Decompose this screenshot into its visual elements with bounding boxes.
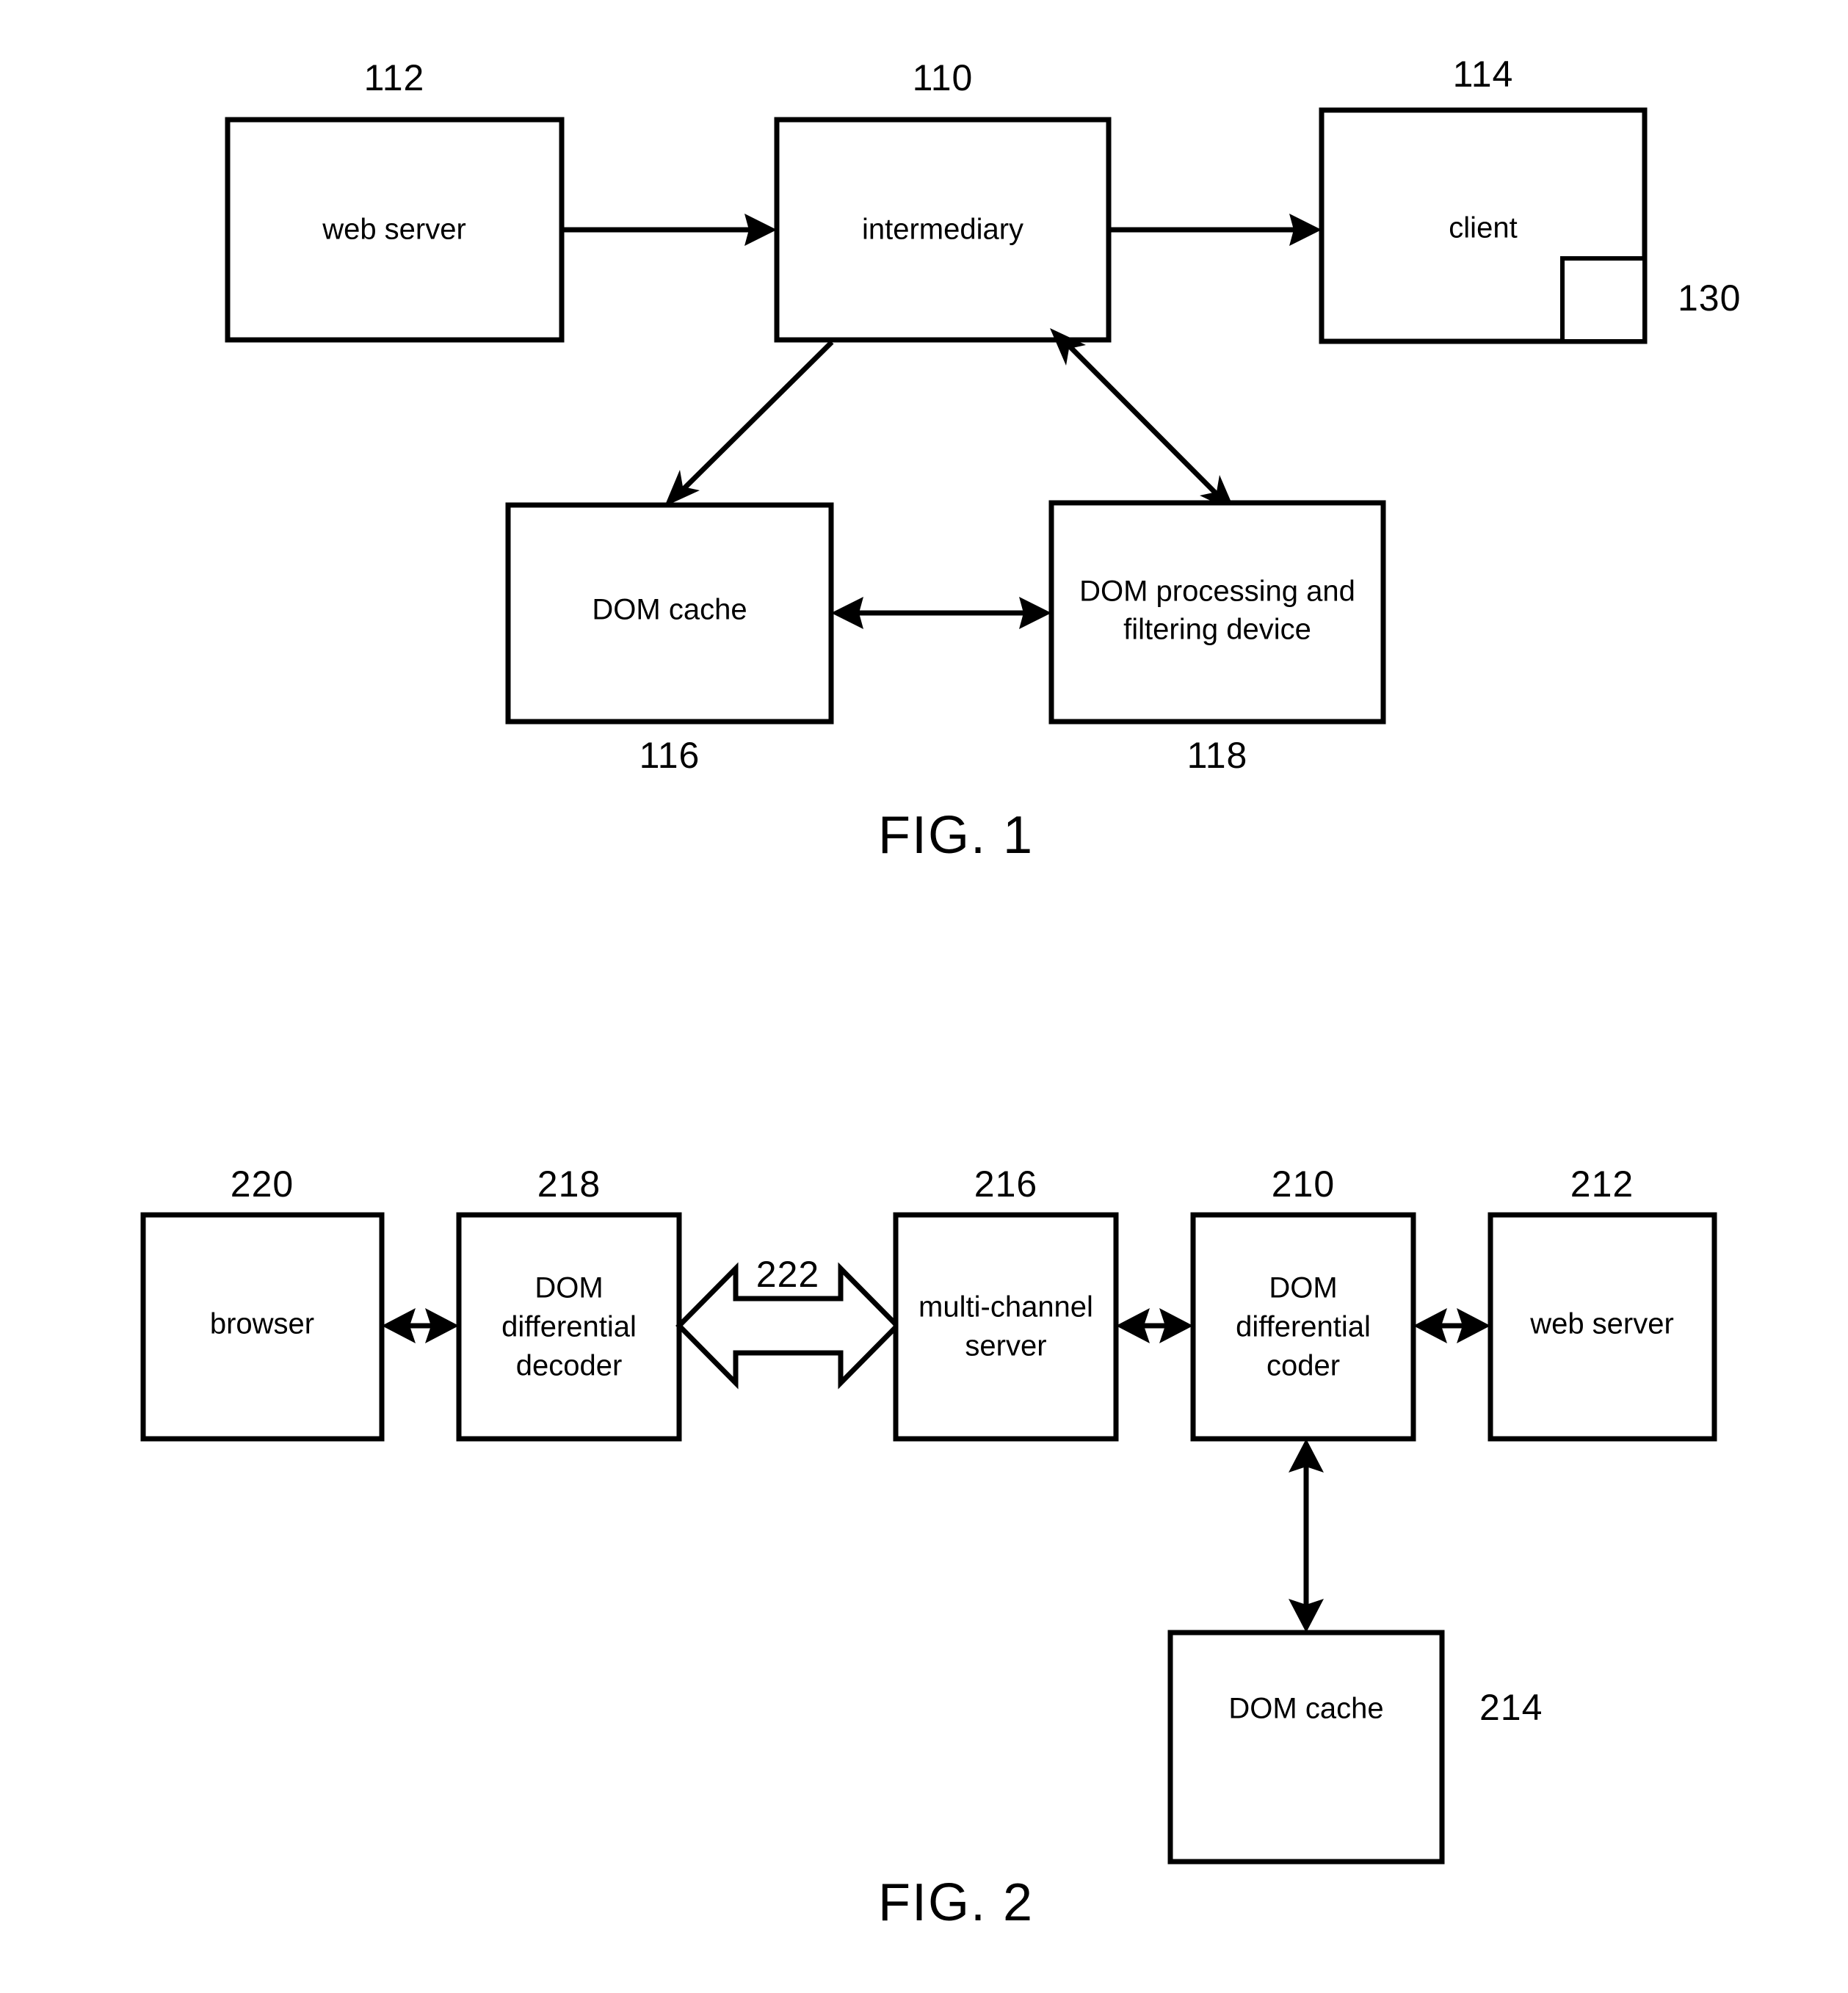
node-intermediary[interactable]: intermediary <box>774 117 1112 343</box>
node-web-server-label: web server <box>322 214 466 246</box>
ref-number-114: 114 <box>1453 54 1514 95</box>
ref-number-210: 210 <box>1272 1164 1335 1205</box>
node-client[interactable]: client <box>1319 107 1648 344</box>
ref-number-112: 112 <box>364 57 425 98</box>
node-decoder-label-line3: decoder <box>516 1350 623 1382</box>
node-web-server-2[interactable]: web server <box>1488 1212 1717 1442</box>
arrowhead-right <box>1019 597 1051 629</box>
node-browser[interactable]: browser <box>140 1212 385 1442</box>
arrowhead-right <box>1289 214 1322 246</box>
node-dom-processing-label-line2: filtering device <box>1123 614 1311 646</box>
connector-dom-cache-to-dom-processing <box>831 597 1051 629</box>
ref-number-216: 216 <box>974 1164 1037 1205</box>
ref-number-222: 222 <box>756 1254 819 1295</box>
ref-number-212: 212 <box>1570 1164 1634 1205</box>
arrowhead-right <box>744 214 777 246</box>
figure-1-caption: FIG. 1 <box>878 806 1034 865</box>
node-dom-cache[interactable]: DOM cache <box>505 502 834 725</box>
node-dom-cache-2[interactable]: DOM cache <box>1167 1630 1445 1865</box>
node-dom-cache-2-box[interactable] <box>1167 1630 1445 1865</box>
node-web-server[interactable]: web server <box>225 117 565 343</box>
node-browser-label: browser <box>210 1308 314 1340</box>
connector-intermediary-to-dom-cache <box>664 340 834 507</box>
node-coder-label-line2: differential <box>1236 1311 1371 1343</box>
node-coder-label-line1: DOM <box>1269 1272 1337 1304</box>
node-multi-channel-server-box[interactable] <box>893 1212 1119 1442</box>
node-intermediary-label: intermediary <box>862 214 1023 246</box>
arrowhead-left <box>831 597 863 629</box>
ref-number-116: 116 <box>639 735 700 776</box>
connector-intermediary-to-client <box>1109 214 1322 246</box>
figure-1: web server 112 intermediary 110 client 1… <box>225 54 1741 865</box>
connector-mcserver-to-coder <box>1116 1308 1193 1343</box>
node-mcserver-label-line1: multi-channel <box>918 1291 1093 1324</box>
node-dom-differential-coder[interactable]: DOM differential coder <box>1190 1212 1416 1442</box>
connector-dom-cache-to-coder <box>1289 1439 1324 1633</box>
ref-number-218: 218 <box>537 1164 601 1205</box>
diagram-canvas: web server 112 intermediary 110 client 1… <box>140 54 1741 1932</box>
node-dom-processing[interactable]: DOM processing and filtering device <box>1048 500 1386 725</box>
ref-number-130: 130 <box>1678 277 1741 319</box>
node-dom-differential-decoder[interactable]: DOM differential decoder <box>456 1212 682 1442</box>
node-decoder-label-line1: DOM <box>535 1272 603 1304</box>
ref-number-220: 220 <box>231 1164 294 1205</box>
connector-browser-to-decoder <box>382 1308 459 1343</box>
connector-intermediary-to-dom-processing <box>1050 328 1236 512</box>
node-coder-label-line3: coder <box>1267 1350 1340 1382</box>
node-dom-cache-label: DOM cache <box>592 594 747 626</box>
connector-coder-to-web-server <box>1413 1308 1490 1343</box>
figure-2: browser 220 DOM differential decoder 218… <box>140 1164 1717 1932</box>
node-dom-cache-2-label: DOM cache <box>1228 1693 1383 1725</box>
figure-2-caption: FIG. 2 <box>878 1873 1034 1932</box>
node-multi-channel-server[interactable]: multi-channel server <box>893 1212 1119 1442</box>
ref-number-118: 118 <box>1187 735 1248 776</box>
connector-web-server-to-intermediary <box>562 214 777 246</box>
ref-number-214: 214 <box>1479 1687 1543 1728</box>
node-dom-processing-box[interactable] <box>1048 500 1386 725</box>
node-client-inner-window[interactable] <box>1560 256 1647 344</box>
node-mcserver-label-line2: server <box>965 1330 1046 1362</box>
node-client-label: client <box>1449 212 1517 244</box>
node-web-server-2-label: web server <box>1529 1308 1674 1340</box>
ref-number-110: 110 <box>913 57 974 98</box>
patent-drawing-sheet: web server 112 intermediary 110 client 1… <box>0 0 1848 1993</box>
connector-block-arrow-222: 222 <box>675 1254 901 1390</box>
node-decoder-label-line2: differential <box>501 1311 637 1343</box>
node-dom-processing-label-line1: DOM processing and <box>1079 576 1355 608</box>
